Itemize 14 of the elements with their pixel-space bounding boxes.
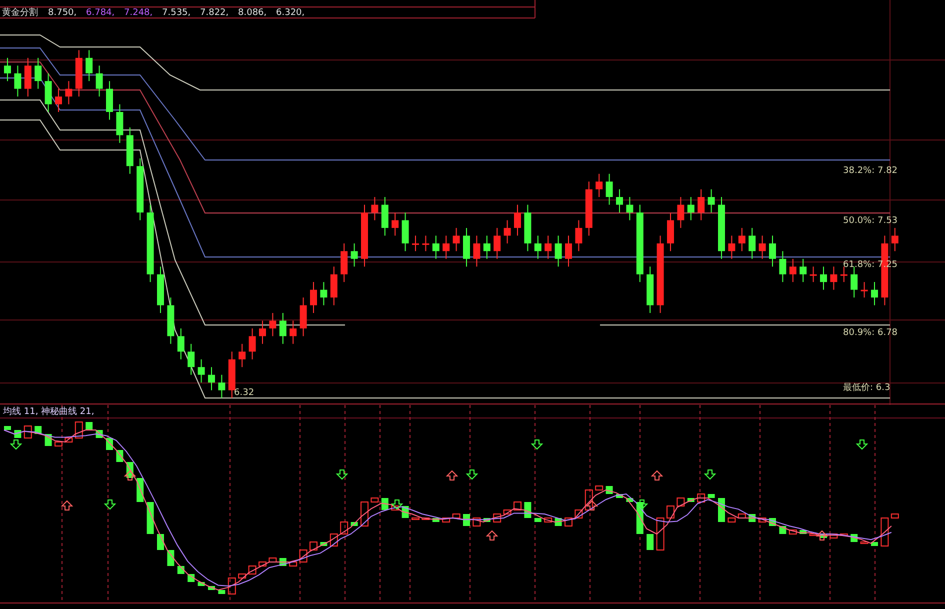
level-label: 50.0%: 7.53: [843, 216, 898, 226]
level-label: 最低价: 6.3: [843, 383, 890, 393]
level-label: 80.9%: 6.78: [843, 328, 898, 338]
indicator-value: 7.535,: [162, 8, 191, 18]
indicator-value: 7.248,: [124, 8, 153, 18]
level-label: 38.2%: 7.82: [843, 166, 898, 176]
indicator-value: 7.822,: [200, 8, 229, 18]
indicator-value: 6.784,: [86, 8, 115, 18]
indicator-value: 8.086,: [238, 8, 267, 18]
indicator-value: 6.320,: [276, 8, 305, 18]
indicator-name: 黄金分割: [2, 8, 38, 18]
low-price-label: 6.32: [234, 388, 254, 398]
indicator-value: 8.750,: [48, 8, 77, 18]
sub-panel-legend: 均线 11, 神秘曲线 21,: [3, 407, 94, 417]
